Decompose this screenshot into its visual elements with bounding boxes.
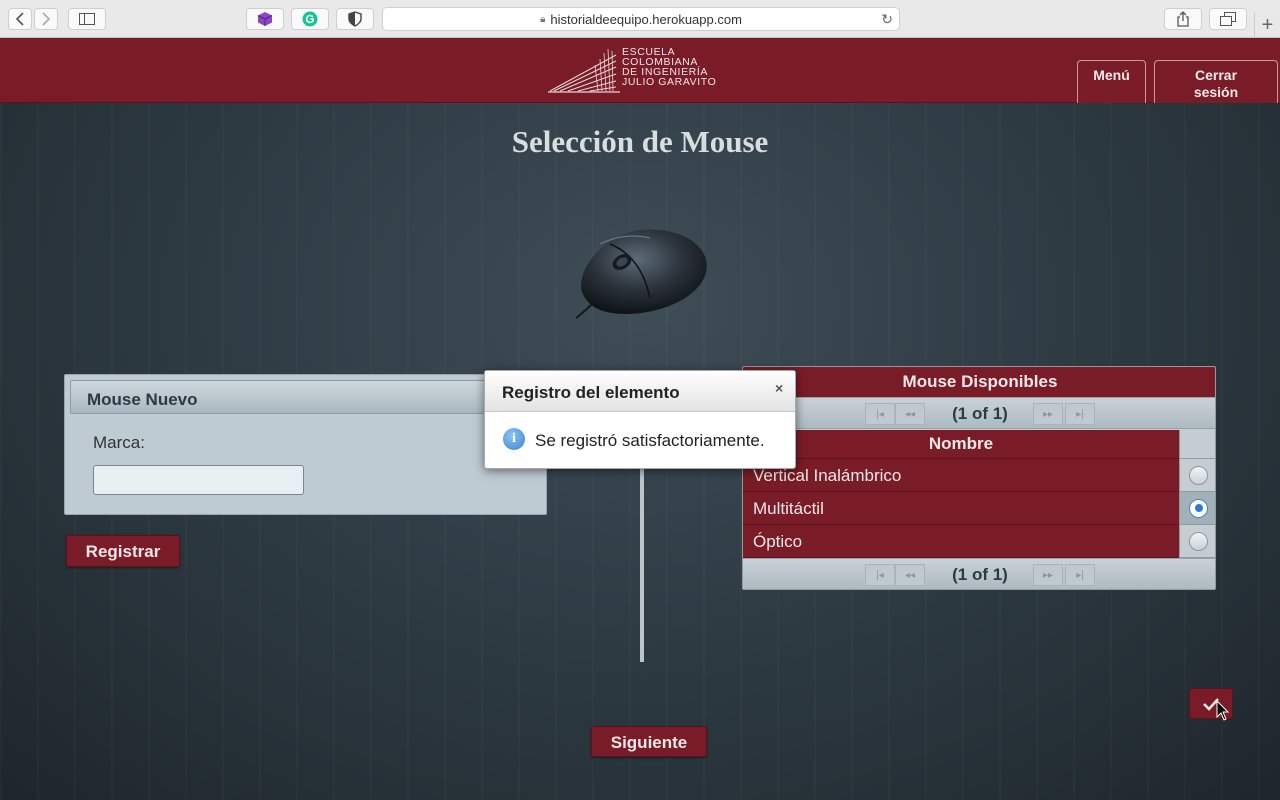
row-name: Vertical Inalámbrico xyxy=(743,459,1179,492)
info-icon: i xyxy=(503,428,525,450)
column-header-select xyxy=(1179,430,1215,459)
logout-label: sesión xyxy=(1193,84,1239,100)
back-button[interactable] xyxy=(8,8,32,30)
brand-label: Marca: xyxy=(93,433,145,452)
logout-label: Cerrar xyxy=(1194,67,1238,83)
row-name: Óptico xyxy=(743,525,1179,558)
available-mice-table: Mouse Disponibles |◂ ◂◂ (1 of 1) ▸▸ ▸| N… xyxy=(742,366,1216,590)
brand-input[interactable] xyxy=(93,465,304,495)
row-select-cell[interactable] xyxy=(1179,459,1215,492)
radio-dot-icon xyxy=(1194,504,1203,512)
chevron-right-icon xyxy=(42,12,51,26)
table-pager-top: |◂ ◂◂ (1 of 1) ▸▸ ▸| xyxy=(743,397,1215,429)
forward-button[interactable] xyxy=(34,8,58,30)
last-page-icon[interactable]: ▸| xyxy=(1065,564,1095,586)
table-title: Mouse Disponibles xyxy=(743,367,1215,397)
address-bar[interactable]: 🔒︎ historialdeequipo.herokuapp.com ↻ xyxy=(382,7,900,31)
tabs-icon xyxy=(1220,12,1236,26)
column-header-name[interactable]: Nombre xyxy=(743,430,1179,459)
sidebar-icon xyxy=(79,13,95,25)
next-button[interactable]: Siguiente xyxy=(591,726,707,757)
table-row[interactable]: Vertical Inalámbrico xyxy=(743,459,1215,492)
last-page-icon[interactable]: ▸| xyxy=(1065,403,1095,425)
reload-icon[interactable]: ↻ xyxy=(881,11,893,28)
menu-button[interactable]: Menú xyxy=(1077,60,1146,103)
pager-text: (1 of 1) xyxy=(952,404,1008,423)
radio-button[interactable] xyxy=(1189,465,1208,485)
lock-icon: 🔒︎ xyxy=(540,13,546,25)
menu-label: Menú xyxy=(1093,67,1130,83)
cube-icon xyxy=(257,12,273,26)
share-icon xyxy=(1177,11,1189,27)
close-icon[interactable]: × xyxy=(775,380,783,396)
tabs-overview-button[interactable] xyxy=(1209,8,1247,30)
logo-line: JULIO GARAVITO xyxy=(622,76,717,88)
mouse-image xyxy=(575,229,707,319)
grammarly-icon xyxy=(302,11,318,27)
success-dialog: Registro del elemento × i Se registró sa… xyxy=(484,370,796,469)
privacy-extension-button[interactable] xyxy=(336,8,374,30)
logout-button[interactable]: Cerrar sesión xyxy=(1154,60,1278,103)
extension-cube-button[interactable] xyxy=(246,8,284,30)
browser-toolbar: 🔒︎ historialdeequipo.herokuapp.com ↻ + xyxy=(0,0,1280,38)
school-logo-text: ESCUELA COLOMBIANA DE INGENIERÍA JULIO G… xyxy=(622,47,717,88)
radio-button-checked[interactable] xyxy=(1189,498,1208,518)
new-mouse-panel: Mouse Nuevo Marca: xyxy=(64,374,547,515)
dialog-message: Se registró satisfactoriamente. xyxy=(535,431,765,450)
pager-text: (1 of 1) xyxy=(952,565,1008,584)
share-button[interactable] xyxy=(1164,8,1202,30)
page-title: Selección de Mouse xyxy=(511,124,769,159)
grammarly-button[interactable] xyxy=(291,8,329,30)
sidebar-toggle-button[interactable] xyxy=(68,8,106,30)
row-name: Multitáctil xyxy=(743,492,1179,525)
table-pager-bottom: |◂ ◂◂ (1 of 1) ▸▸ ▸| xyxy=(743,558,1215,589)
row-select-cell[interactable] xyxy=(1179,525,1215,558)
shield-icon xyxy=(348,11,362,27)
next-page-icon[interactable]: ▸▸ xyxy=(1033,403,1063,425)
url-text: historialdeequipo.herokuapp.com xyxy=(550,11,742,27)
panel-title: Mouse Nuevo xyxy=(70,380,541,414)
radio-button[interactable] xyxy=(1189,531,1208,551)
table-row[interactable]: Óptico xyxy=(743,525,1215,558)
table-row[interactable]: Multitáctil xyxy=(743,492,1215,525)
register-button[interactable]: Registrar xyxy=(66,535,180,567)
next-page-icon[interactable]: ▸▸ xyxy=(1033,564,1063,586)
mouse-pointer-icon xyxy=(1216,700,1230,721)
divider xyxy=(640,468,644,662)
dialog-title: Registro del elemento xyxy=(485,371,795,412)
new-tab-button[interactable]: + xyxy=(1254,13,1280,38)
chevron-left-icon xyxy=(15,12,24,26)
row-select-cell[interactable] xyxy=(1179,492,1215,525)
